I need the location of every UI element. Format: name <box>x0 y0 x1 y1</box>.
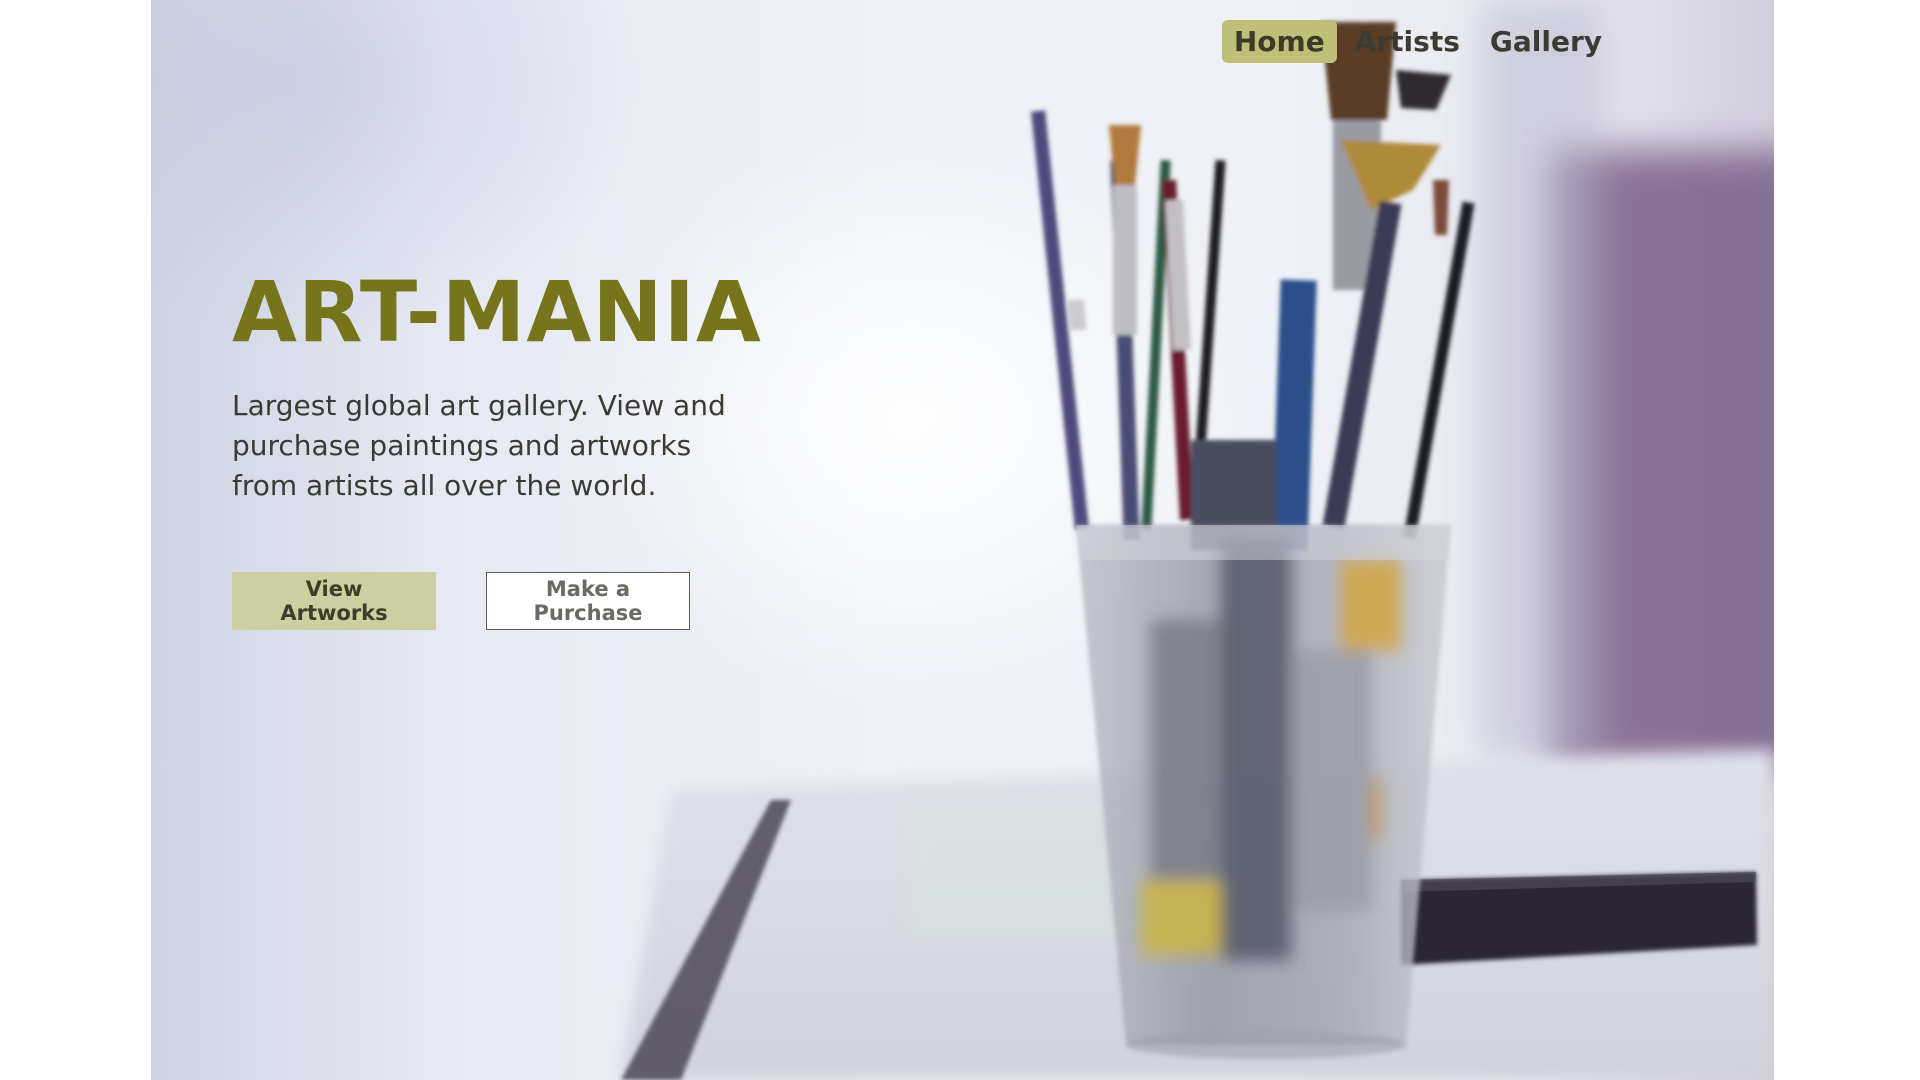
hero-title: ART-MANIA <box>232 263 762 361</box>
nav-home-link[interactable]: Home <box>1221 20 1337 63</box>
make-purchase-button[interactable]: Make a Purchase <box>486 572 690 630</box>
hero-background-image <box>621 0 1774 1080</box>
hero-cta-group: View Artworks Make a Purchase <box>232 572 690 630</box>
hero-copy: ART-MANIA Largest global art gallery. Vi… <box>232 262 792 506</box>
hero-section: Home Artists Gallery <box>151 0 1774 1080</box>
main-nav: Home Artists Gallery <box>1221 20 1614 63</box>
nav-artists-link[interactable]: Artists <box>1343 20 1472 63</box>
hero-description: Largest global art gallery. View and pur… <box>232 389 726 502</box>
view-artworks-button[interactable]: View Artworks <box>232 572 436 630</box>
nav-gallery-link[interactable]: Gallery <box>1478 20 1614 63</box>
